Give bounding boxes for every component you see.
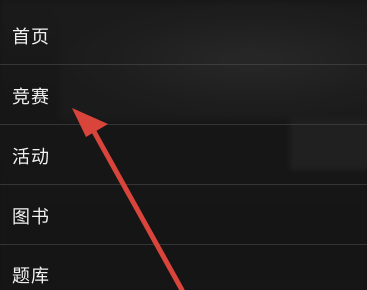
menu-item-label: 首页 (12, 26, 50, 48)
menu-item-label: 题库 (12, 266, 50, 287)
menu-item-label: 图书 (12, 206, 50, 228)
menu-item-label: 活动 (12, 146, 50, 168)
menu-item-books[interactable]: 图书 (0, 187, 367, 245)
menu-item-label: 竞赛 (12, 86, 50, 108)
app-screen: 首页 竞赛 活动 图书 题库 (0, 0, 367, 290)
side-menu: 首页 竞赛 活动 图书 题库 (0, 0, 367, 290)
menu-item-home[interactable]: 首页 (0, 7, 367, 65)
menu-item-question-bank[interactable]: 题库 (0, 246, 367, 290)
menu-item-competition[interactable]: 竞赛 (0, 67, 367, 125)
menu-item-activity[interactable]: 活动 (0, 127, 367, 185)
